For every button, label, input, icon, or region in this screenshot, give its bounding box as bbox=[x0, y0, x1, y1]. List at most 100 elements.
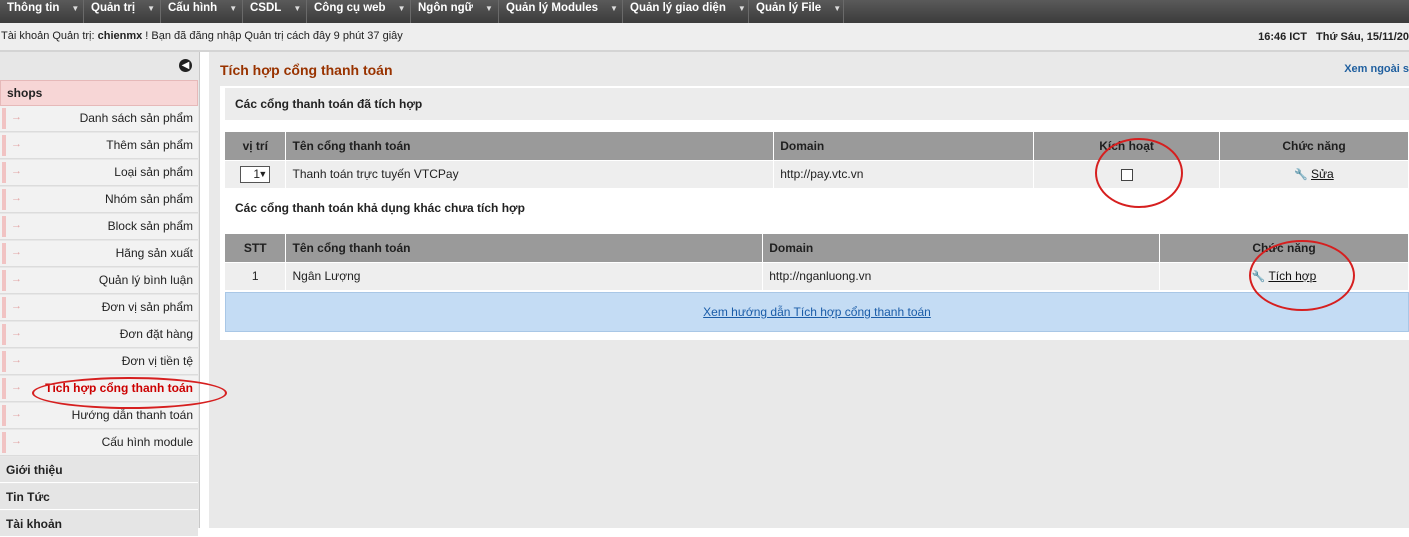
page-title: Tích hợp cổng thanh toán bbox=[220, 62, 393, 78]
table-header-row: STT Tên cổng thanh toán Domain Chức năng bbox=[225, 234, 1409, 262]
arrow-right-icon: → bbox=[11, 273, 22, 285]
sidebar-item-don-vi-tien-te[interactable]: → Đơn vị tiền tệ bbox=[0, 349, 198, 375]
sidebar-item-loai-san-pham[interactable]: → Loại sản phẩm bbox=[0, 160, 198, 186]
wrench-icon: 🔧 bbox=[1251, 271, 1266, 284]
sidebar-item-quan-ly-binh-luan[interactable]: → Quản lý bình luận bbox=[0, 268, 198, 294]
column-header-name: Tên cổng thanh toán bbox=[285, 234, 764, 262]
column-header-position: vị trí bbox=[225, 132, 287, 160]
wrench-icon: 🔧 bbox=[1294, 169, 1309, 182]
sidebar-item-label: Đơn vị tiền tệ bbox=[121, 354, 193, 368]
sidebar-item-label: Nhóm sản phẩm bbox=[104, 192, 193, 206]
sidebar-item-don-dat-hang[interactable]: → Đơn đặt hàng bbox=[0, 322, 198, 348]
main-content: Tích hợp cổng thanh toán Xem ngoài s Các… bbox=[209, 52, 1409, 528]
sidebar-category-shops[interactable]: shops bbox=[0, 80, 198, 106]
sidebar-item-them-san-pham[interactable]: → Thêm sản phẩm bbox=[0, 133, 198, 159]
chevron-down-icon: ▼ bbox=[397, 4, 406, 13]
table-row: 1 Ngân Lượng http://nganluong.vn 🔧 Tích h… bbox=[225, 261, 1409, 290]
sidebar-item-nhom-san-pham[interactable]: → Nhóm sản phẩm bbox=[0, 187, 198, 213]
sidebar-item-danh-sach-san-pham[interactable]: → Danh sách sản phẩm bbox=[0, 106, 198, 132]
menu-cong-cu-web[interactable]: Công cụ web ▼ bbox=[307, 0, 411, 23]
guide-box: Xem hướng dẫn Tích hợp cổng thanh toán bbox=[225, 292, 1409, 332]
edit-link[interactable]: Sửa bbox=[1311, 167, 1334, 181]
chevron-down-icon: ▼ bbox=[229, 4, 238, 13]
datetime: 16:46 ICT Thứ Sáu, 15/11/20 bbox=[1258, 31, 1409, 43]
menu-quan-ly-file[interactable]: Quản lý File ▼ bbox=[749, 0, 844, 23]
chevron-down-icon: ▼ bbox=[258, 168, 268, 179]
gateway-domain: http://nganluong.vn bbox=[762, 261, 1161, 290]
menu-label: Thông tin bbox=[7, 2, 60, 14]
chevron-down-icon: ▼ bbox=[833, 4, 842, 13]
sidebar: ◀ shops → Danh sách sản phẩm → Thêm sản ph… bbox=[0, 52, 200, 537]
date-text: Thứ Sáu, 15/11/20 bbox=[1316, 31, 1409, 43]
row-stt: 1 bbox=[225, 261, 287, 290]
arrow-right-icon: → bbox=[11, 192, 22, 204]
chevron-down-icon: ▼ bbox=[610, 4, 618, 13]
arrow-right-icon: → bbox=[11, 138, 22, 150]
menu-thong-tin[interactable]: Thông tin ▼ bbox=[0, 0, 84, 23]
menu-quan-ly-giao-dien[interactable]: Quản lý giao diện ▼ bbox=[623, 0, 749, 23]
sidebar-item-cau-hinh-module[interactable]: → Cấu hình module bbox=[0, 430, 198, 456]
login-info: Tài khoản Quản trị: chienmx ! Bạn đã đăn… bbox=[1, 30, 403, 42]
sidebar-item-tich-hop-cong-thanh-toan[interactable]: → Tích hợp cổng thanh toán bbox=[0, 376, 198, 402]
column-header-stt: STT bbox=[225, 234, 287, 262]
sidebar-category-tin-tuc[interactable]: Tin Tức bbox=[0, 484, 198, 510]
sidebar-item-label: Hãng sản xuất bbox=[115, 246, 193, 260]
column-header-active: Kích hoạt bbox=[1033, 132, 1221, 160]
menu-quan-tri[interactable]: Quản trị ▼ bbox=[84, 0, 161, 23]
available-section-title: Các cổng thanh toán khả dụng khác chưa t… bbox=[225, 192, 1409, 224]
arrow-right-icon: → bbox=[11, 435, 22, 447]
collapse-sidebar-icon[interactable]: ◀ bbox=[179, 59, 192, 72]
table-row: 1 ▼ Thanh toán trực tuyến VTCPay http://p… bbox=[225, 159, 1409, 188]
sidebar-item-huong-dan-thanh-toan[interactable]: → Hướng dẫn thanh toán bbox=[0, 403, 198, 429]
gateway-name: Ngân Lượng bbox=[285, 261, 764, 290]
menu-label: Quản lý File bbox=[756, 2, 822, 14]
column-header-domain: Domain bbox=[773, 132, 1035, 160]
content-panel: Các cổng thanh toán đã tích hợp vị trí T… bbox=[220, 86, 1409, 340]
guide-link[interactable]: Xem hướng dẫn Tích hợp cổng thanh toán bbox=[703, 305, 931, 319]
view-site-link[interactable]: Xem ngoài s bbox=[1344, 63, 1409, 75]
arrow-right-icon: → bbox=[11, 165, 22, 177]
login-duration-text: ! Bạn đã đăng nhập Quản trị cách đây 9 p… bbox=[142, 30, 403, 42]
top-navigation: Thông tin ▼ Quản trị ▼ Cấu hình ▼ CSDL ▼ Côn… bbox=[0, 0, 1409, 23]
menu-cau-hinh[interactable]: Cấu hình ▼ bbox=[161, 0, 243, 23]
menu-label: Quản lý giao diện bbox=[630, 2, 726, 14]
menu-label: CSDL bbox=[250, 2, 282, 14]
sidebar-item-don-vi-san-pham[interactable]: → Đơn vị sản phẩm bbox=[0, 295, 198, 321]
menu-ngon-ngu[interactable]: Ngôn ngữ ▼ bbox=[411, 0, 499, 23]
sidebar-item-label: Đơn vị sản phẩm bbox=[101, 300, 193, 314]
sidebar-category-gioi-thieu[interactable]: Giới thiệu bbox=[0, 457, 198, 483]
column-header-name: Tên cổng thanh toán bbox=[285, 132, 775, 160]
position-select[interactable]: 1 ▼ bbox=[240, 165, 271, 183]
menu-csdl[interactable]: CSDL ▼ bbox=[243, 0, 307, 23]
sidebar-item-label: Tích hợp cổng thanh toán bbox=[45, 381, 193, 395]
sidebar-item-label: Cấu hình module bbox=[101, 435, 193, 449]
arrow-right-icon: → bbox=[11, 327, 22, 339]
column-header-function: Chức năng bbox=[1159, 234, 1409, 262]
gateway-domain: http://pay.vtc.vn bbox=[773, 159, 1035, 188]
menu-label: Quản lý Modules bbox=[506, 2, 599, 14]
menu-label: Công cụ web bbox=[314, 2, 386, 14]
sidebar-category-tai-khoan[interactable]: Tài khoản bbox=[0, 511, 198, 537]
available-gateways-table: STT Tên cổng thanh toán Domain Chức năng… bbox=[225, 234, 1409, 290]
chevron-down-icon: ▼ bbox=[71, 4, 80, 13]
menu-label: Quản trị bbox=[91, 2, 136, 14]
column-header-function: Chức năng bbox=[1219, 132, 1409, 160]
integrate-link[interactable]: Tích hợp bbox=[1268, 269, 1316, 283]
sidebar-item-label: Loại sản phẩm bbox=[114, 165, 193, 179]
sidebar-item-label: Danh sách sản phẩm bbox=[79, 111, 193, 125]
arrow-right-icon: → bbox=[11, 381, 22, 393]
menu-quan-ly-modules[interactable]: Quản lý Modules ▼ bbox=[499, 0, 623, 23]
sidebar-item-hang-san-xuat[interactable]: → Hãng sản xuất bbox=[0, 241, 198, 267]
time-text: 16:46 ICT bbox=[1258, 31, 1308, 43]
menu-label: Cấu hình bbox=[168, 2, 218, 14]
gateway-name: Thanh toán trực tuyến VTCPay bbox=[285, 159, 775, 188]
arrow-right-icon: → bbox=[11, 300, 22, 312]
arrow-right-icon: → bbox=[11, 246, 22, 258]
chevron-down-icon: ▼ bbox=[147, 4, 156, 13]
info-bar: Tài khoản Quản trị: chienmx ! Bạn đã đăn… bbox=[0, 23, 1409, 52]
username: chienmx bbox=[97, 30, 143, 42]
column-header-domain: Domain bbox=[762, 234, 1161, 262]
activate-checkbox[interactable] bbox=[1120, 169, 1133, 182]
sidebar-item-block-san-pham[interactable]: → Block sản phẩm bbox=[0, 214, 198, 240]
sidebar-item-label: Quản lý bình luận bbox=[98, 273, 193, 287]
